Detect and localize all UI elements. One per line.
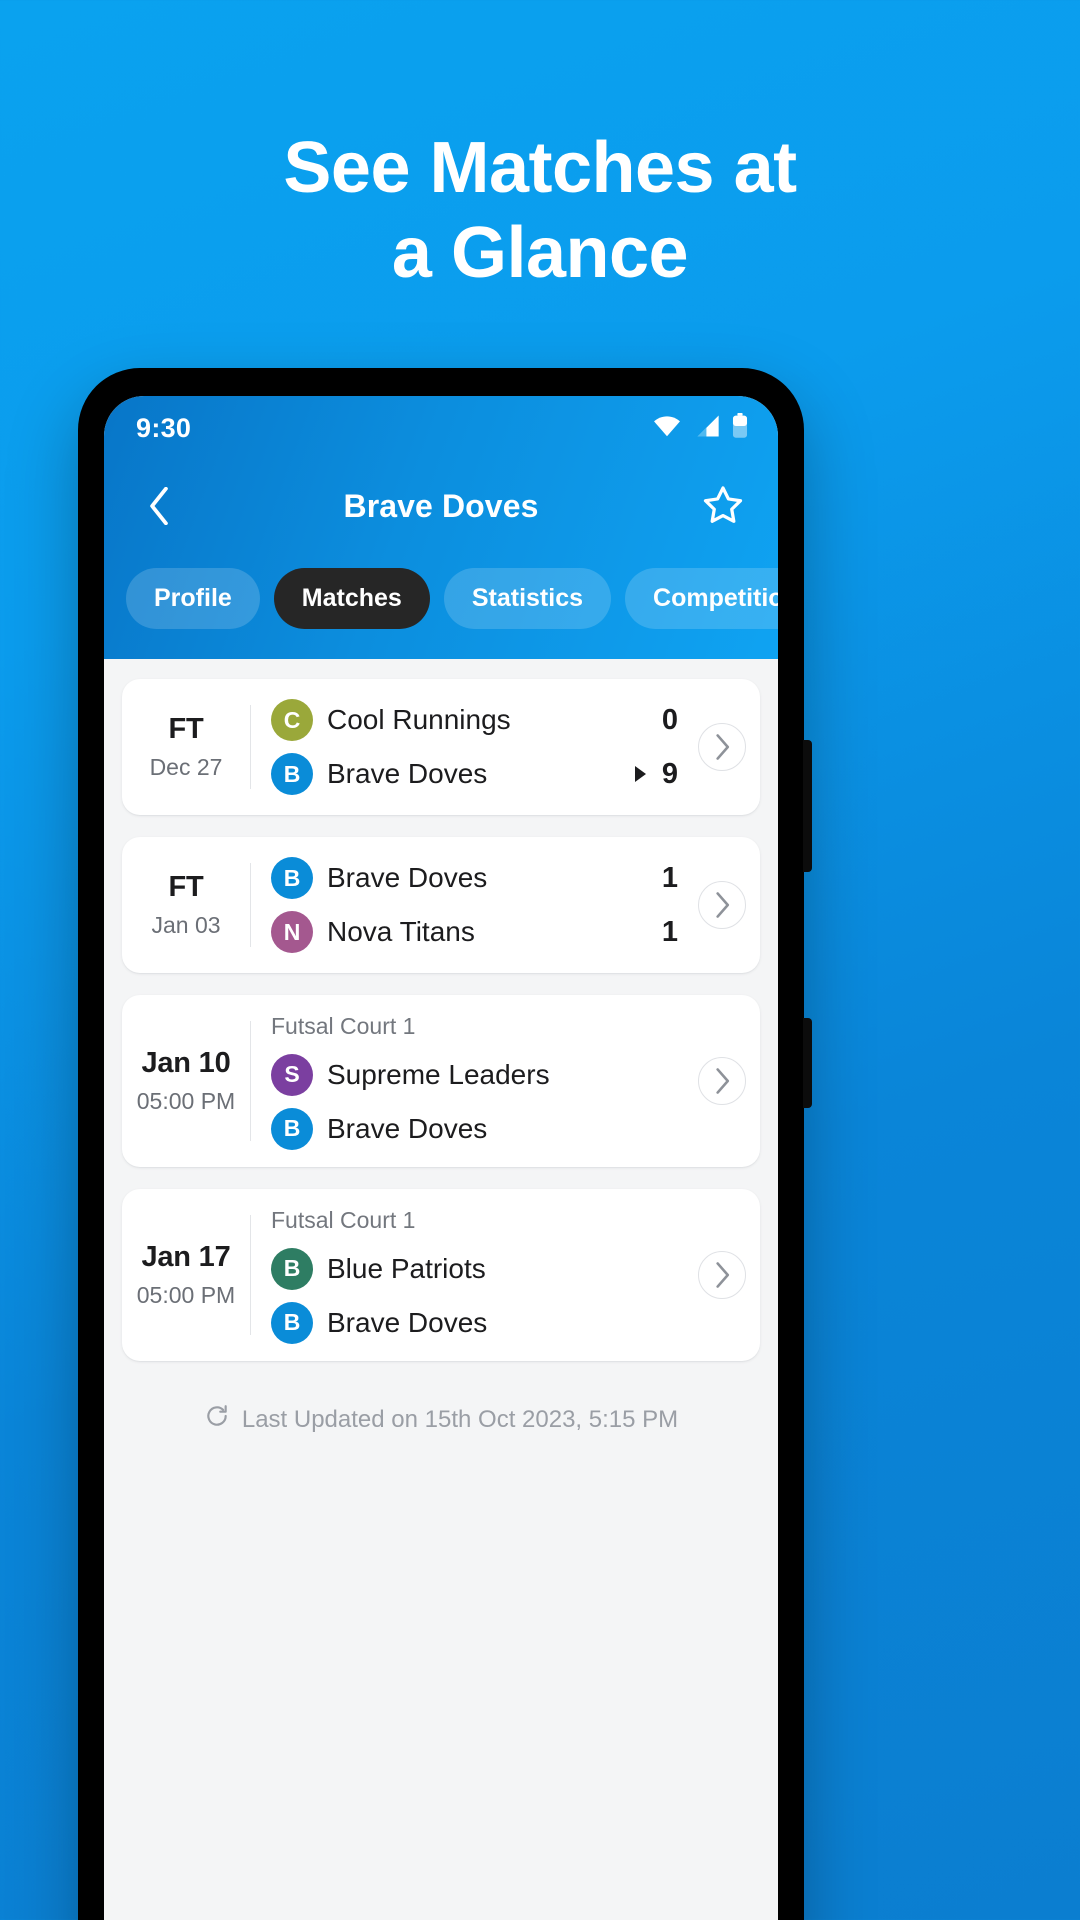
team-badge: C: [271, 699, 313, 741]
nav-bar: Brave Doves: [104, 460, 778, 552]
star-outline-icon[interactable]: [696, 479, 750, 533]
status-time: 9:30: [136, 412, 192, 443]
team-name: Cool Runnings: [327, 704, 511, 735]
team-badge: B: [271, 753, 313, 795]
match-card[interactable]: Jan 17 05:00 PM Futsal Court 1 B Blue Pa…: [122, 1189, 760, 1361]
match-date: Dec 27: [149, 754, 223, 780]
chevron-right-icon[interactable]: [698, 1057, 746, 1105]
team-score: 1: [661, 915, 678, 948]
team-badge: S: [271, 1053, 313, 1096]
team-score: 9: [661, 757, 678, 790]
tab-profile[interactable]: Profile: [126, 568, 260, 629]
team-badge: N: [271, 911, 313, 953]
refresh-icon: [204, 1403, 230, 1436]
match-teams: Futsal Court 1 S Supreme Leaders B Brave…: [251, 995, 688, 1167]
team-name: Blue Patriots: [327, 1252, 486, 1284]
phone-power-button: [803, 1018, 812, 1108]
headline-line-1: See Matches at: [283, 128, 797, 208]
team-row: B Brave Doves 9: [271, 753, 682, 795]
team-name: Nova Titans: [327, 916, 475, 947]
tab-bar: Profile Matches Statistics Competitions: [104, 552, 778, 659]
status-bar: 9:30: [104, 396, 778, 460]
last-updated: Last Updated on 15th Oct 2023, 5:15 PM: [122, 1383, 760, 1462]
phone-screen: 9:30 Brave Doves Profile Matches Statist…: [104, 396, 778, 1920]
match-status: Jan 17: [141, 1241, 231, 1273]
score-wrap: 9: [635, 758, 682, 791]
team-badge: B: [271, 857, 313, 899]
match-teams: B Brave Doves 1 N Nova Titans 1: [251, 837, 688, 973]
match-status: FT: [168, 713, 204, 745]
team-name: Brave Doves: [327, 862, 488, 893]
team-row: B Brave Doves 1: [271, 857, 682, 899]
score-wrap: 1: [635, 862, 682, 895]
match-status: Jan 10: [141, 1047, 231, 1079]
team-name: Brave Doves: [327, 1112, 488, 1144]
team-row: N Nova Titans 1: [271, 911, 682, 953]
team-row: B Brave Doves: [271, 1107, 682, 1150]
chevron-right-icon[interactable]: [698, 881, 746, 929]
phone-volume-button: [803, 740, 812, 872]
app-header: 9:30 Brave Doves Profile Matches Statist…: [104, 396, 778, 659]
team-badge: B: [271, 1301, 313, 1344]
team-name: Supreme Leaders: [327, 1058, 550, 1090]
winner-arrow-icon: [635, 766, 646, 782]
score-wrap: 1: [635, 916, 682, 949]
match-date: 05:00 PM: [136, 1282, 236, 1308]
team-score: 0: [661, 703, 678, 736]
team-badge: B: [271, 1107, 313, 1150]
team-row: B Brave Doves: [271, 1301, 682, 1344]
headline-line-2: a Glance: [391, 212, 689, 293]
status-icons: [652, 412, 748, 444]
match-date-block: FT Dec 27: [122, 679, 250, 815]
back-button[interactable]: [132, 479, 186, 533]
battery-icon: [732, 412, 748, 444]
match-card[interactable]: FT Dec 27 C Cool Runnings 0 B Brave Dove…: [122, 679, 760, 815]
match-date: Jan 03: [151, 912, 221, 938]
last-updated-text: Last Updated on 15th Oct 2023, 5:15 PM: [241, 1405, 679, 1433]
match-date-block: FT Jan 03: [122, 837, 250, 973]
match-date: 05:00 PM: [136, 1088, 236, 1114]
team-row: B Blue Patriots: [271, 1247, 682, 1290]
score-wrap: 0: [635, 704, 682, 737]
team-badge: B: [271, 1247, 313, 1290]
chevron-right-icon[interactable]: [698, 723, 746, 771]
tab-statistics[interactable]: Statistics: [443, 568, 612, 629]
team-row: C Cool Runnings 0: [271, 699, 682, 741]
match-list: FT Dec 27 C Cool Runnings 0 B Brave Dove…: [104, 659, 778, 1462]
team-score: 1: [661, 861, 678, 894]
match-date-block: Jan 17 05:00 PM: [122, 1189, 250, 1361]
match-date-block: Jan 10 05:00 PM: [122, 995, 250, 1167]
promo-headline: See Matches at a Glance: [0, 126, 1080, 296]
match-teams: Futsal Court 1 B Blue Patriots B Brave D…: [251, 1189, 688, 1361]
match-venue: Futsal Court 1: [271, 1012, 416, 1039]
match-status: FT: [168, 871, 204, 903]
team-name: Brave Doves: [327, 1306, 488, 1338]
cellular-signal-icon: [693, 414, 721, 443]
phone-mockup: 9:30 Brave Doves Profile Matches Statist…: [78, 368, 812, 1920]
chevron-right-icon[interactable]: [698, 1251, 746, 1299]
match-venue: Futsal Court 1: [271, 1206, 416, 1233]
page-title: Brave Doves: [343, 487, 539, 524]
team-name: Brave Doves: [327, 758, 488, 789]
wifi-icon: [652, 414, 682, 443]
match-card[interactable]: Jan 10 05:00 PM Futsal Court 1 S Supreme…: [122, 995, 760, 1167]
tab-matches[interactable]: Matches: [273, 568, 430, 629]
team-row: S Supreme Leaders: [271, 1053, 682, 1096]
match-card[interactable]: FT Jan 03 B Brave Doves 1 N Nova Titans …: [122, 837, 760, 973]
match-teams: C Cool Runnings 0 B Brave Doves 9: [251, 679, 688, 815]
tab-competitions[interactable]: Competitions: [625, 568, 778, 629]
